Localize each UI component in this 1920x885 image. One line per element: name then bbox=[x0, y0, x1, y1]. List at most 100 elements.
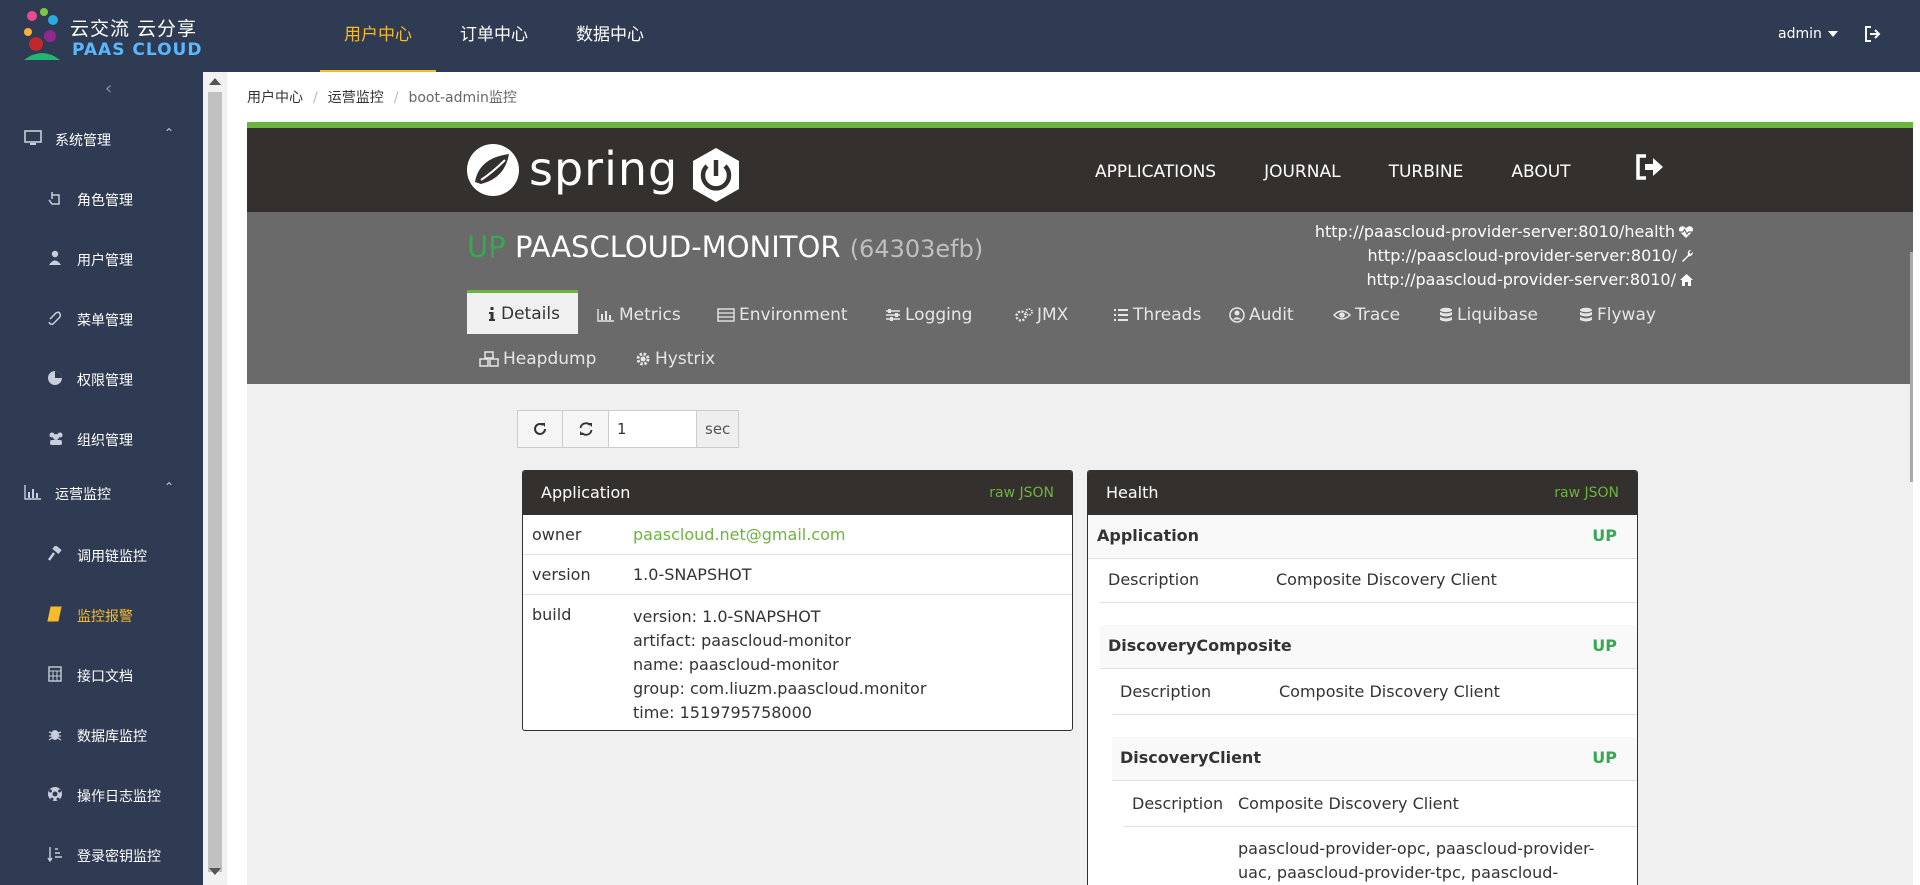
tab-hystrix[interactable]: Hystrix bbox=[635, 337, 715, 381]
tab-logging[interactable]: Logging bbox=[885, 293, 972, 337]
sidebar-item-label: 权限管理 bbox=[77, 373, 133, 389]
health-url[interactable]: http://paascloud-provider-server:8010/he… bbox=[1315, 220, 1694, 244]
build-line: version: 1.0-SNAPSHOT bbox=[633, 607, 821, 626]
home-icon bbox=[1680, 274, 1693, 286]
service-url[interactable]: http://paascloud-provider-server:8010/ bbox=[1315, 268, 1694, 292]
sidebar-item-organizations[interactable]: 组织管理 bbox=[0, 414, 203, 462]
eye-icon bbox=[1333, 310, 1351, 320]
boot-admin-frame: spring APPLICATIONS JOURNAL TURBINE ABOU… bbox=[247, 122, 1913, 885]
sidebar-item-oplog-monitor[interactable]: 操作日志监控 bbox=[0, 770, 203, 818]
sidebar-item-db-monitor[interactable]: 数据库监控 bbox=[0, 710, 203, 758]
tab-trace[interactable]: Trace bbox=[1333, 293, 1400, 337]
sidebar-item-login-key-monitor[interactable]: 登录密钥监控 bbox=[0, 830, 203, 878]
scrollbar-thumb[interactable] bbox=[208, 92, 222, 872]
breadcrumb-item[interactable]: 运营监控 bbox=[328, 87, 384, 107]
tab-metrics[interactable]: Metrics bbox=[597, 293, 681, 337]
nav-journal[interactable]: JOURNAL bbox=[1264, 162, 1340, 182]
tab-flyway[interactable]: Flyway bbox=[1579, 293, 1656, 337]
frame-scrollbar[interactable] bbox=[1910, 252, 1913, 482]
chevron-left-icon[interactable]: ‹ bbox=[105, 78, 112, 99]
sidebar-item-label: 调用链监控 bbox=[77, 549, 147, 565]
build-line: time: 1519795758000 bbox=[633, 703, 812, 722]
auto-refresh-button[interactable] bbox=[563, 410, 609, 448]
book-icon bbox=[47, 606, 63, 622]
scroll-down-icon[interactable] bbox=[209, 868, 221, 875]
sidebar-scrollbar[interactable] bbox=[203, 72, 227, 885]
raw-json-link[interactable]: raw JSON bbox=[989, 471, 1054, 515]
sidebar-item-menus[interactable]: 菜单管理 bbox=[0, 294, 203, 342]
gavel-icon bbox=[47, 545, 63, 562]
app-id: (64303efb) bbox=[849, 235, 984, 263]
topnav-order-center[interactable]: 订单中心 bbox=[436, 0, 552, 72]
sidebar-item-trace-monitor[interactable]: 调用链监控 bbox=[0, 530, 203, 578]
power-icon bbox=[687, 146, 745, 204]
health-url-text: http://paascloud-provider-server:8010/he… bbox=[1314, 222, 1675, 241]
health-key: Application bbox=[1097, 526, 1200, 545]
user-menu[interactable]: admin bbox=[1778, 26, 1838, 42]
info-row: owner paascloud.net@gmail.com bbox=[523, 515, 1072, 555]
tab-label: Liquibase bbox=[1457, 305, 1539, 325]
application-header: UP PAASCLOUD-MONITOR (64303efb) http://p… bbox=[247, 212, 1913, 384]
tab-audit[interactable]: Audit bbox=[1229, 293, 1294, 337]
status-badge: UP bbox=[467, 230, 506, 264]
tab-label: Trace bbox=[1355, 305, 1401, 325]
logout-icon[interactable] bbox=[1864, 26, 1884, 46]
app-name: PAASCLOUD-MONITOR bbox=[514, 230, 841, 264]
sidebar-item-api-docs[interactable]: 接口文档 bbox=[0, 650, 203, 698]
user-icon bbox=[47, 250, 63, 266]
health-panel: Health raw JSON Application UP Descripti… bbox=[1087, 470, 1638, 885]
sba-nav: APPLICATIONS JOURNAL TURBINE ABOUT bbox=[1095, 162, 1619, 182]
service-url-text: http://paascloud-provider-server:8010/ bbox=[1366, 270, 1677, 289]
sidebar-item-permissions[interactable]: 权限管理 bbox=[0, 354, 203, 402]
refresh-button[interactable] bbox=[517, 410, 563, 448]
management-url[interactable]: http://paascloud-provider-server:8010/ bbox=[1315, 244, 1694, 268]
breadcrumb: 用户中心 / 运营监控 / boot-admin监控 bbox=[247, 87, 517, 107]
health-key: DiscoveryComposite bbox=[1108, 636, 1292, 655]
nav-about[interactable]: ABOUT bbox=[1511, 162, 1570, 182]
username: admin bbox=[1778, 26, 1822, 42]
sidebar-item-monitor-alerts[interactable]: 监控报警 bbox=[0, 590, 203, 638]
sidebar: ‹ 系统管理 ⌃ 角色管理 用户管理 菜单管理 权限管理 组织管理 运营监控 ⌃… bbox=[0, 72, 203, 885]
tab-details[interactable]: Details bbox=[467, 290, 578, 334]
health-row: Description Composite Discovery Client bbox=[1124, 783, 1637, 827]
tab-label: Details bbox=[501, 303, 560, 324]
tab-heapdump[interactable]: Heapdump bbox=[479, 337, 596, 381]
panel-header: Health raw JSON bbox=[1088, 471, 1637, 515]
paascloud-logo[interactable]: 云交流 云分享 PAAS CLOUD bbox=[20, 4, 210, 68]
health-status: UP bbox=[1592, 526, 1617, 545]
topnav-user-center[interactable]: 用户中心 bbox=[320, 0, 436, 72]
breadcrumb-item[interactable]: 用户中心 bbox=[247, 87, 303, 107]
sidebar-group-operations[interactable]: 运营监控 ⌃ bbox=[0, 468, 203, 516]
scroll-up-icon[interactable] bbox=[209, 78, 221, 85]
sidebar-group-system[interactable]: 系统管理 ⌃ bbox=[0, 114, 203, 162]
tab-label: Metrics bbox=[619, 305, 681, 325]
tab-liquibase[interactable]: Liquibase bbox=[1439, 293, 1538, 337]
sidebar-item-label: 监控报警 bbox=[77, 609, 133, 625]
health-key: Description bbox=[1120, 682, 1212, 701]
sidebar-item-users[interactable]: 用户管理 bbox=[0, 234, 203, 282]
nav-turbine[interactable]: TURBINE bbox=[1389, 162, 1464, 182]
panel-title: Application bbox=[541, 483, 631, 502]
health-row: DiscoveryClient UP bbox=[1112, 737, 1637, 781]
sidebar-item-label: 组织管理 bbox=[77, 433, 133, 449]
sidebar-item-roles[interactable]: 角色管理 bbox=[0, 174, 203, 222]
refresh-interval-input[interactable] bbox=[609, 410, 697, 448]
raw-json-link[interactable]: raw JSON bbox=[1554, 471, 1619, 515]
topnav-data-center[interactable]: 数据中心 bbox=[552, 0, 668, 72]
chevron-up-icon: ⌃ bbox=[164, 480, 175, 494]
tab-jmx[interactable]: JMX bbox=[1015, 293, 1068, 337]
sidebar-item-label: 操作日志监控 bbox=[77, 789, 161, 805]
sliders-icon bbox=[886, 309, 900, 321]
sidebar-item-label: 角色管理 bbox=[77, 193, 133, 209]
refresh-toolbar: sec bbox=[517, 410, 740, 448]
sync-icon bbox=[579, 422, 592, 436]
chevron-up-icon: ⌃ bbox=[164, 126, 175, 140]
owner-email-link[interactable]: paascloud.net@gmail.com bbox=[633, 525, 845, 544]
tab-threads[interactable]: Threads bbox=[1113, 293, 1201, 337]
build-line: group: com.liuzm.paascloud.monitor bbox=[633, 679, 927, 698]
sign-out-icon[interactable] bbox=[1635, 154, 1667, 182]
sidebar-item-label: 接口文档 bbox=[77, 669, 133, 685]
nav-applications[interactable]: APPLICATIONS bbox=[1095, 162, 1216, 182]
sidebar-item-label: 数据库监控 bbox=[77, 729, 147, 745]
tab-environment[interactable]: Environment bbox=[717, 293, 848, 337]
